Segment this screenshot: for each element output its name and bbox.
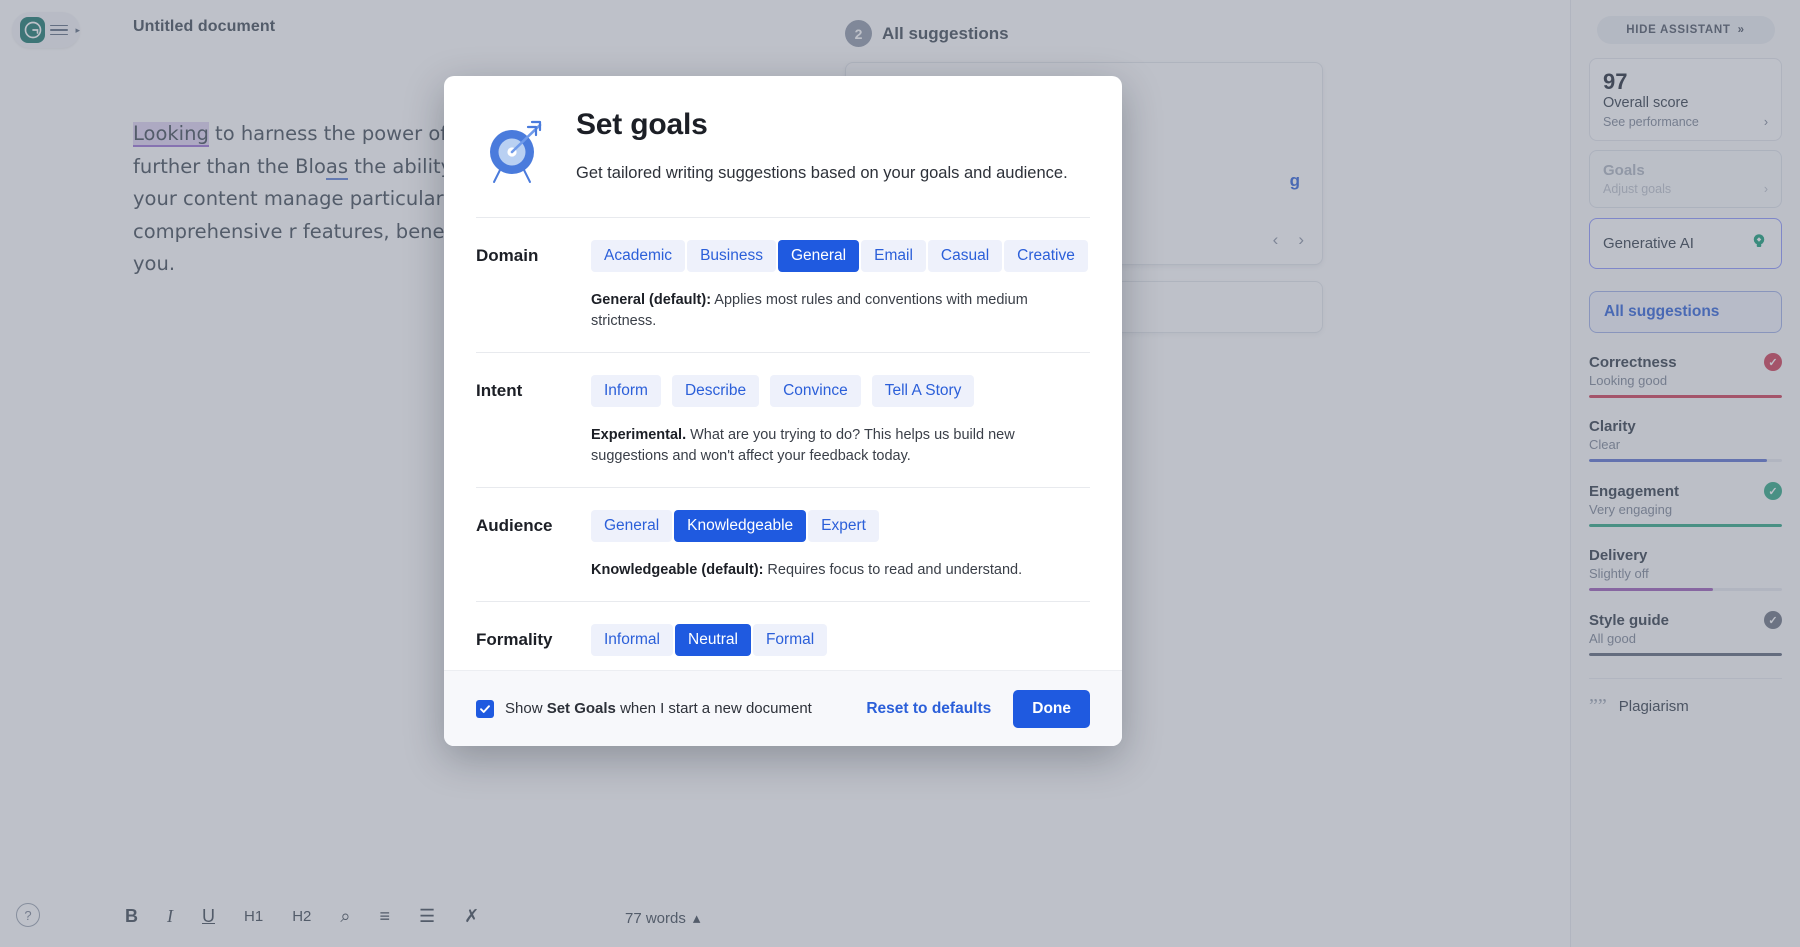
option-creative[interactable]: Creative <box>1004 240 1088 272</box>
modal-subtitle: Get tailored writing suggestions based o… <box>576 164 1068 182</box>
description-bold: Knowledgeable (default): <box>591 562 764 578</box>
section-audience: Audience General Knowledgeable Expert Kn… <box>476 488 1090 581</box>
option-email[interactable]: Email <box>861 240 926 272</box>
footer-actions: Reset to defaults Done <box>856 689 1090 728</box>
section-formality: Formality Informal Neutral Formal Neutra… <box>476 602 1090 670</box>
section-domain: Domain Academic Business General Email C… <box>476 218 1090 332</box>
modal-footer: Show Set Goals when I start a new docume… <box>444 670 1122 746</box>
option-informal[interactable]: Informal <box>591 624 673 656</box>
modal-content: Set goals Get tailored writing suggestio… <box>444 76 1122 670</box>
section-label: Intent <box>476 381 523 400</box>
set-goals-modal: Set goals Get tailored writing suggestio… <box>444 76 1122 746</box>
option-knowledgeable[interactable]: Knowledgeable <box>674 510 807 542</box>
description-bold: General (default): <box>591 292 712 308</box>
section-description: Knowledgeable (default): Requires focus … <box>591 560 1071 581</box>
target-with-arrow-icon <box>476 108 550 191</box>
description-bold: Experimental. <box>591 427 687 443</box>
option-formal[interactable]: Formal <box>752 624 828 656</box>
description-rest: Requires focus to read and understand. <box>763 562 1023 578</box>
checkbox-label-bold: Set Goals <box>546 700 616 717</box>
option-casual[interactable]: Casual <box>927 240 1003 272</box>
option-neutral[interactable]: Neutral <box>675 624 751 656</box>
section-label: Audience <box>476 516 553 535</box>
show-set-goals-checkbox-row[interactable]: Show Set Goals when I start a new docume… <box>476 699 812 718</box>
option-expert[interactable]: Expert <box>808 510 879 542</box>
formality-option-group: Informal Neutral Formal <box>591 624 1090 656</box>
option-tell-a-story[interactable]: Tell A Story <box>871 375 975 407</box>
section-intent: Intent Inform Describe Convince Tell A S… <box>476 353 1090 467</box>
checkbox-label-pre: Show <box>505 700 547 717</box>
section-label: Formality <box>476 630 553 649</box>
reset-to-defaults-button[interactable]: Reset to defaults <box>856 692 1001 726</box>
domain-option-group: Academic Business General Email Casual C… <box>591 240 1090 272</box>
done-button[interactable]: Done <box>1013 689 1090 728</box>
modal-title: Set goals <box>576 108 708 141</box>
option-business[interactable]: Business <box>687 240 776 272</box>
audience-option-group: General Knowledgeable Expert <box>591 510 1090 542</box>
section-label: Domain <box>476 246 539 265</box>
section-description: Experimental. What are you trying to do?… <box>591 425 1071 467</box>
option-convince[interactable]: Convince <box>770 375 861 407</box>
option-general[interactable]: General <box>591 510 673 542</box>
checkbox-label: Show Set Goals when I start a new docume… <box>505 700 812 717</box>
checkbox-checked-icon[interactable] <box>476 699 494 718</box>
section-description: General (default): Applies most rules an… <box>591 290 1071 332</box>
option-describe[interactable]: Describe <box>671 375 760 407</box>
option-inform[interactable]: Inform <box>591 375 661 407</box>
app-root: ▸ Untitled document Looking to harness t… <box>0 0 1800 947</box>
option-academic[interactable]: Academic <box>591 240 686 272</box>
checkbox-label-post: when I start a new document <box>615 700 812 717</box>
intent-option-group: Inform Describe Convince Tell A Story <box>591 375 1090 407</box>
option-general[interactable]: General <box>777 240 860 272</box>
modal-header: Set goals Get tailored writing suggestio… <box>476 76 1090 191</box>
